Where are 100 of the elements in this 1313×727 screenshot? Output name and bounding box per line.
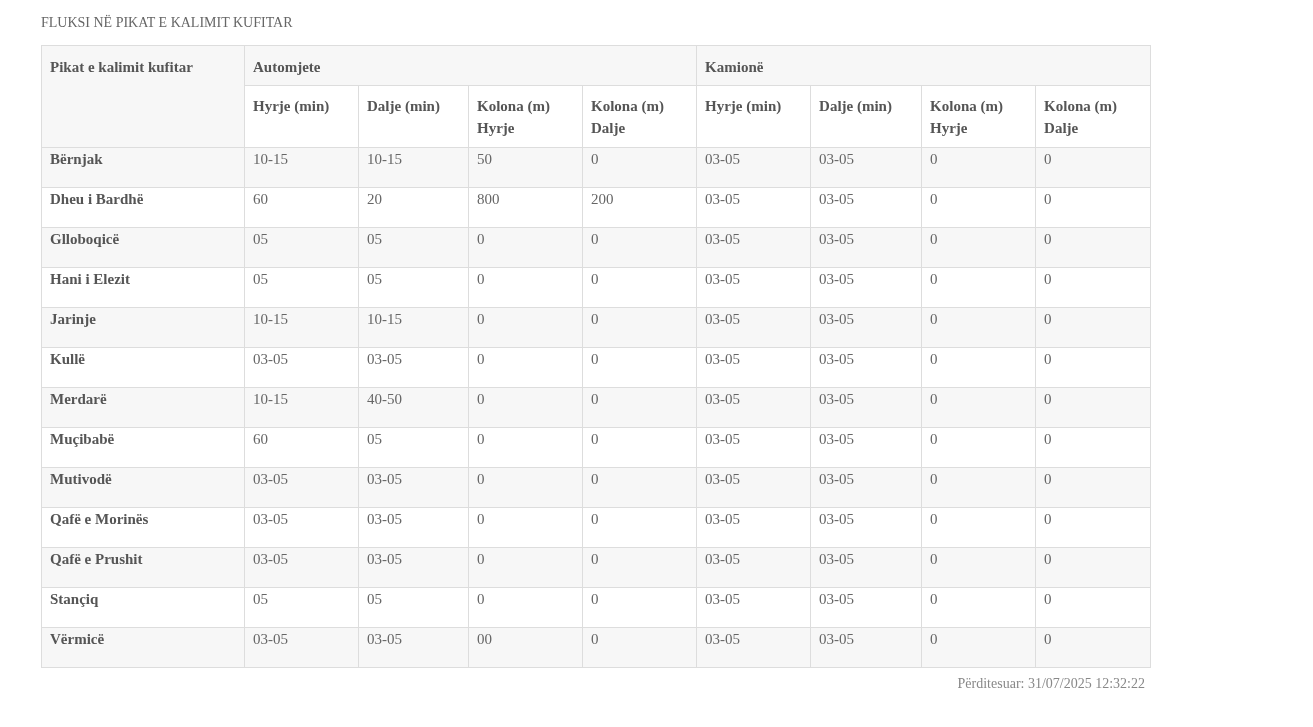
column-header: Kolona (m) Dalje	[1035, 85, 1151, 148]
table-cell: 05	[358, 267, 469, 308]
table-cell: 03-05	[696, 347, 811, 388]
column-header: Dalje (min)	[810, 85, 922, 148]
table-cell: 0	[1035, 587, 1151, 628]
table-cell: 0	[1035, 467, 1151, 508]
table-cell: 03-05	[358, 627, 469, 668]
table-cell: 0	[921, 547, 1036, 588]
table-cell: 10-15	[244, 307, 359, 348]
table-cell: 03-05	[244, 467, 359, 508]
row-header-cell: Qafë e Prushit	[41, 547, 245, 588]
updated-timestamp: Përditesuar: 31/07/2025 12:32:22	[957, 675, 1145, 693]
table-cell: 0	[582, 387, 697, 428]
table-cell: 20	[358, 187, 469, 228]
row-header-cell: Jarinje	[41, 307, 245, 348]
table-cell: 0	[468, 267, 583, 308]
table-cell: 0	[468, 387, 583, 428]
table-cell: 0	[582, 147, 697, 188]
table-cell: 03-05	[244, 347, 359, 388]
row-header-cell: Dheu i Bardhë	[41, 187, 245, 228]
table-cell: 03-05	[810, 427, 922, 468]
table-cell: 03-05	[696, 547, 811, 588]
table-cell: 800	[468, 187, 583, 228]
table-cell: 03-05	[810, 587, 922, 628]
table-cell: 03-05	[696, 267, 811, 308]
table-cell: 0	[468, 427, 583, 468]
table-cell: 0	[921, 267, 1036, 308]
table-cell: 60	[244, 427, 359, 468]
table-cell: 03-05	[696, 187, 811, 228]
table-cell: 03-05	[696, 387, 811, 428]
column-header: Kolona (m) Hyrje	[468, 85, 583, 148]
table-cell: 03-05	[810, 267, 922, 308]
table-cell: 0	[921, 587, 1036, 628]
table-cell: 0	[582, 507, 697, 548]
table-cell: 0	[1035, 547, 1151, 588]
table-cell: 03-05	[358, 347, 469, 388]
table-cell: 03-05	[810, 307, 922, 348]
table-cell: 0	[468, 227, 583, 268]
table-cell: 03-05	[244, 507, 359, 548]
table-cell: 0	[1035, 347, 1151, 388]
table-cell: 0	[1035, 507, 1151, 548]
row-header-cell: Vërmicë	[41, 627, 245, 668]
table-cell: 03-05	[244, 627, 359, 668]
row-header-cell: Qafë e Morinës	[41, 507, 245, 548]
table-cell: 0	[468, 507, 583, 548]
table-cell: 03-05	[810, 467, 922, 508]
table-cell: 05	[358, 587, 469, 628]
table-cell: 03-05	[696, 307, 811, 348]
table-cell: 200	[582, 187, 697, 228]
row-header-cell: Kullë	[41, 347, 245, 388]
table-cell: 10-15	[244, 387, 359, 428]
table-cell: 0	[468, 307, 583, 348]
table-cell: 0	[1035, 267, 1151, 308]
table-cell: 0	[921, 627, 1036, 668]
table-cell: 05	[358, 227, 469, 268]
table-cell: 0	[582, 587, 697, 628]
table-cell: 0	[921, 387, 1036, 428]
row-header-cell: Merdarë	[41, 387, 245, 428]
table-cell: 0	[468, 347, 583, 388]
column-group-header: Kamionë	[696, 45, 1151, 86]
table-cell: 05	[358, 427, 469, 468]
table-cell: 0	[921, 187, 1036, 228]
page-title: FLUKSI NË PIKAT E KALIMIT KUFITAR	[41, 14, 294, 32]
table-cell: 03-05	[358, 467, 469, 508]
table-cell: 03-05	[696, 227, 811, 268]
column-header: Hyrje (min)	[696, 85, 811, 148]
table-cell: 0	[1035, 427, 1151, 468]
row-header-cell: Stançiq	[41, 587, 245, 628]
column-header: Dalje (min)	[358, 85, 469, 148]
table-cell: 03-05	[810, 627, 922, 668]
table-cell: 03-05	[696, 587, 811, 628]
row-header-cell: Glloboqicë	[41, 227, 245, 268]
table-cell: 0	[582, 307, 697, 348]
column-group-header: Automjete	[244, 45, 697, 86]
table-cell: 05	[244, 227, 359, 268]
table-cell: 03-05	[810, 227, 922, 268]
table-cell: 0	[582, 547, 697, 588]
table-cell: 60	[244, 187, 359, 228]
table-cell: 0	[921, 507, 1036, 548]
table-cell: 0	[582, 227, 697, 268]
table-cell: 0	[921, 347, 1036, 388]
table-cell: 05	[244, 267, 359, 308]
row-header-cell: Hani i Elezit	[41, 267, 245, 308]
table-cell: 0	[468, 547, 583, 588]
table-cell: 03-05	[696, 147, 811, 188]
table-cell: 0	[1035, 627, 1151, 668]
table-cell: 10-15	[358, 147, 469, 188]
table-cell: 0	[921, 467, 1036, 508]
table-cell: 03-05	[696, 507, 811, 548]
table-cell: 0	[921, 147, 1036, 188]
table-cell: 0	[582, 347, 697, 388]
table-cell: 03-05	[810, 547, 922, 588]
table-cell: 0	[468, 587, 583, 628]
table-cell: 0	[921, 307, 1036, 348]
table-cell: 00	[468, 627, 583, 668]
table-cell: 03-05	[696, 627, 811, 668]
table-cell: 10-15	[358, 307, 469, 348]
table-cell: 0	[1035, 147, 1151, 188]
table-cell: 0	[1035, 307, 1151, 348]
table-cell: 03-05	[810, 387, 922, 428]
